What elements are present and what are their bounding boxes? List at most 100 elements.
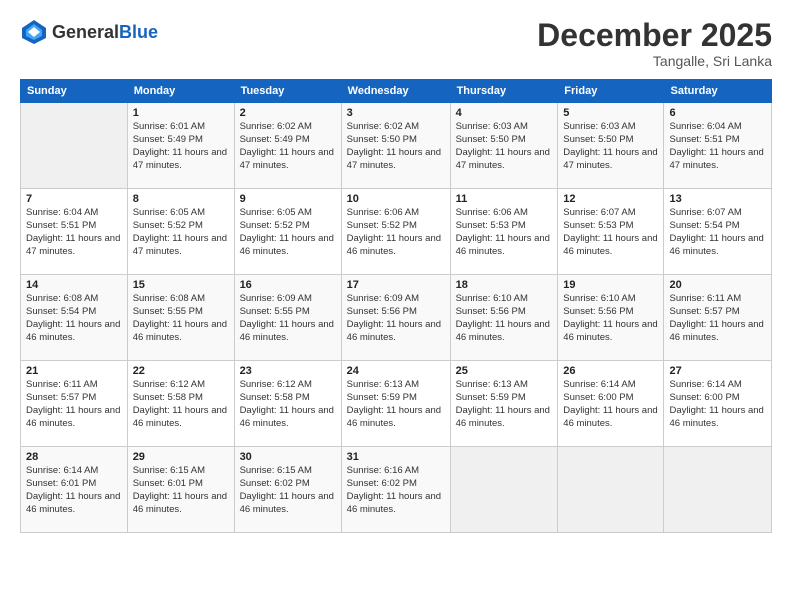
day-number: 16 [240,279,336,291]
sunrise: Sunrise: 6:11 AM [669,293,741,304]
daylight: Daylight: 11 hours and 47 minutes. [133,147,227,171]
day-number: 22 [133,365,229,377]
sunrise: Sunrise: 6:07 AM [669,207,741,218]
day-info: Sunrise: 6:13 AM Sunset: 5:59 PM Dayligh… [347,379,445,430]
sunrise: Sunrise: 6:16 AM [347,465,419,476]
day-info: Sunrise: 6:16 AM Sunset: 6:02 PM Dayligh… [347,465,445,516]
day-number: 20 [669,279,766,291]
day-number: 2 [240,107,336,119]
sunrise: Sunrise: 6:15 AM [133,465,205,476]
sunset: Sunset: 5:52 PM [133,220,203,231]
day-number: 25 [456,365,553,377]
day-number: 30 [240,451,336,463]
sunrise: Sunrise: 6:05 AM [240,207,312,218]
calendar-cell: 1 Sunrise: 6:01 AM Sunset: 5:49 PM Dayli… [127,103,234,189]
col-sunday: Sunday [21,80,128,103]
day-info: Sunrise: 6:15 AM Sunset: 6:01 PM Dayligh… [133,465,229,516]
day-number: 10 [347,193,445,205]
daylight: Daylight: 11 hours and 46 minutes. [240,491,334,515]
sunrise: Sunrise: 6:02 AM [347,121,419,132]
sunrise: Sunrise: 6:11 AM [26,379,98,390]
calendar-cell: 13 Sunrise: 6:07 AM Sunset: 5:54 PM Dayl… [664,189,772,275]
daylight: Daylight: 11 hours and 46 minutes. [347,405,441,429]
sunrise: Sunrise: 6:12 AM [133,379,205,390]
sunset: Sunset: 5:57 PM [26,392,96,403]
daylight: Daylight: 11 hours and 46 minutes. [133,491,227,515]
day-number: 7 [26,193,122,205]
day-info: Sunrise: 6:08 AM Sunset: 5:54 PM Dayligh… [26,293,122,344]
sunrise: Sunrise: 6:03 AM [456,121,528,132]
daylight: Daylight: 11 hours and 46 minutes. [563,319,657,343]
day-info: Sunrise: 6:14 AM Sunset: 6:01 PM Dayligh… [26,465,122,516]
sunset: Sunset: 5:50 PM [563,134,633,145]
sunrise: Sunrise: 6:09 AM [347,293,419,304]
logo: GeneralBlue [20,18,158,46]
sunset: Sunset: 6:00 PM [669,392,739,403]
daylight: Daylight: 11 hours and 46 minutes. [240,405,334,429]
calendar-week-5: 28 Sunrise: 6:14 AM Sunset: 6:01 PM Dayl… [21,447,772,533]
daylight: Daylight: 11 hours and 46 minutes. [456,319,550,343]
page: GeneralBlue December 2025 Tangalle, Sri … [0,0,792,612]
calendar-week-3: 14 Sunrise: 6:08 AM Sunset: 5:54 PM Dayl… [21,275,772,361]
daylight: Daylight: 11 hours and 46 minutes. [456,405,550,429]
day-info: Sunrise: 6:01 AM Sunset: 5:49 PM Dayligh… [133,121,229,172]
sunrise: Sunrise: 6:14 AM [563,379,635,390]
day-info: Sunrise: 6:05 AM Sunset: 5:52 PM Dayligh… [240,207,336,258]
sunset: Sunset: 5:56 PM [456,306,526,317]
col-saturday: Saturday [664,80,772,103]
day-number: 19 [563,279,658,291]
month-title: December 2025 [537,18,772,53]
header: GeneralBlue December 2025 Tangalle, Sri … [20,18,772,69]
day-number: 23 [240,365,336,377]
logo-blue: Blue [119,22,158,42]
sunrise: Sunrise: 6:03 AM [563,121,635,132]
sunset: Sunset: 5:50 PM [347,134,417,145]
logo-text-block: GeneralBlue [52,23,158,41]
daylight: Daylight: 11 hours and 46 minutes. [347,233,441,257]
day-info: Sunrise: 6:05 AM Sunset: 5:52 PM Dayligh… [133,207,229,258]
day-number: 28 [26,451,122,463]
daylight: Daylight: 11 hours and 46 minutes. [26,319,120,343]
calendar-week-2: 7 Sunrise: 6:04 AM Sunset: 5:51 PM Dayli… [21,189,772,275]
day-number: 29 [133,451,229,463]
day-number: 12 [563,193,658,205]
day-number: 18 [456,279,553,291]
sunrise: Sunrise: 6:14 AM [669,379,741,390]
day-number: 17 [347,279,445,291]
calendar-cell: 3 Sunrise: 6:02 AM Sunset: 5:50 PM Dayli… [341,103,450,189]
sunrise: Sunrise: 6:05 AM [133,207,205,218]
daylight: Daylight: 11 hours and 47 minutes. [347,147,441,171]
calendar-cell: 8 Sunrise: 6:05 AM Sunset: 5:52 PM Dayli… [127,189,234,275]
sunset: Sunset: 5:52 PM [347,220,417,231]
day-info: Sunrise: 6:13 AM Sunset: 5:59 PM Dayligh… [456,379,553,430]
sunset: Sunset: 5:59 PM [347,392,417,403]
sunrise: Sunrise: 6:04 AM [26,207,98,218]
sunset: Sunset: 5:49 PM [133,134,203,145]
daylight: Daylight: 11 hours and 47 minutes. [133,233,227,257]
day-number: 24 [347,365,445,377]
calendar-cell: 30 Sunrise: 6:15 AM Sunset: 6:02 PM Dayl… [234,447,341,533]
day-number: 1 [133,107,229,119]
sunset: Sunset: 5:56 PM [347,306,417,317]
day-number: 15 [133,279,229,291]
daylight: Daylight: 11 hours and 46 minutes. [456,233,550,257]
sunset: Sunset: 5:58 PM [133,392,203,403]
header-row: Sunday Monday Tuesday Wednesday Thursday… [21,80,772,103]
calendar-cell: 23 Sunrise: 6:12 AM Sunset: 5:58 PM Dayl… [234,361,341,447]
day-number: 21 [26,365,122,377]
day-info: Sunrise: 6:09 AM Sunset: 5:56 PM Dayligh… [347,293,445,344]
sunrise: Sunrise: 6:01 AM [133,121,205,132]
sunset: Sunset: 6:02 PM [347,478,417,489]
col-wednesday: Wednesday [341,80,450,103]
calendar-cell: 2 Sunrise: 6:02 AM Sunset: 5:49 PM Dayli… [234,103,341,189]
daylight: Daylight: 11 hours and 46 minutes. [133,319,227,343]
location: Tangalle, Sri Lanka [537,53,772,69]
daylight: Daylight: 11 hours and 46 minutes. [240,233,334,257]
sunrise: Sunrise: 6:13 AM [347,379,419,390]
calendar-cell: 10 Sunrise: 6:06 AM Sunset: 5:52 PM Dayl… [341,189,450,275]
sunset: Sunset: 6:01 PM [26,478,96,489]
sunset: Sunset: 5:58 PM [240,392,310,403]
calendar-week-4: 21 Sunrise: 6:11 AM Sunset: 5:57 PM Dayl… [21,361,772,447]
day-number: 31 [347,451,445,463]
day-info: Sunrise: 6:06 AM Sunset: 5:53 PM Dayligh… [456,207,553,258]
